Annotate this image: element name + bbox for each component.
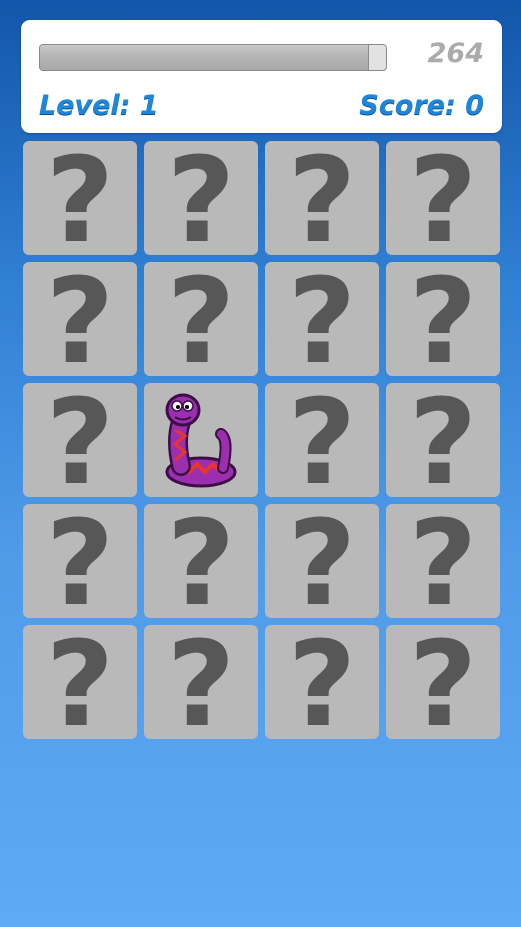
card-hidden[interactable]: ? bbox=[144, 625, 258, 743]
question-mark-icon: ? bbox=[408, 131, 478, 269]
question-mark-icon: ? bbox=[408, 615, 478, 753]
score-label: Score: 0 bbox=[359, 90, 484, 121]
timer-bar-fill bbox=[40, 45, 369, 70]
snake-icon bbox=[159, 390, 243, 490]
question-mark-icon: ? bbox=[45, 131, 115, 269]
question-mark-icon: ? bbox=[287, 373, 357, 511]
card-hidden[interactable]: ? bbox=[265, 625, 379, 743]
question-mark-icon: ? bbox=[408, 252, 478, 390]
card-hidden[interactable]: ? bbox=[144, 262, 258, 380]
card-hidden[interactable]: ? bbox=[386, 504, 500, 622]
question-mark-icon: ? bbox=[287, 252, 357, 390]
card-hidden[interactable]: ? bbox=[144, 504, 258, 622]
question-mark-icon: ? bbox=[408, 373, 478, 511]
question-mark-icon: ? bbox=[166, 615, 236, 753]
card-hidden[interactable]: ? bbox=[386, 262, 500, 380]
card-hidden[interactable]: ? bbox=[23, 383, 137, 501]
card-revealed[interactable] bbox=[144, 383, 258, 497]
question-mark-icon: ? bbox=[45, 615, 115, 753]
card-hidden[interactable]: ? bbox=[23, 141, 137, 259]
card-hidden[interactable]: ? bbox=[265, 383, 379, 501]
card-hidden[interactable]: ? bbox=[386, 383, 500, 501]
hud-panel: 264 Level: 1 Score: 0 bbox=[21, 20, 502, 133]
card-hidden[interactable]: ? bbox=[23, 262, 137, 380]
question-mark-icon: ? bbox=[166, 494, 236, 632]
question-mark-icon: ? bbox=[45, 373, 115, 511]
question-mark-icon: ? bbox=[287, 494, 357, 632]
card-hidden[interactable]: ? bbox=[386, 625, 500, 743]
timer-value: 264 bbox=[427, 38, 484, 69]
question-mark-icon: ? bbox=[166, 131, 236, 269]
question-mark-icon: ? bbox=[287, 615, 357, 753]
timer-bar bbox=[39, 44, 387, 71]
card-hidden[interactable]: ? bbox=[23, 625, 137, 743]
card-hidden[interactable]: ? bbox=[386, 141, 500, 259]
card-hidden[interactable]: ? bbox=[23, 504, 137, 622]
question-mark-icon: ? bbox=[408, 494, 478, 632]
card-hidden[interactable]: ? bbox=[265, 262, 379, 380]
level-label: Level: 1 bbox=[39, 90, 159, 121]
question-mark-icon: ? bbox=[166, 252, 236, 390]
card-hidden[interactable]: ? bbox=[144, 141, 258, 259]
question-mark-icon: ? bbox=[45, 494, 115, 632]
card-hidden[interactable]: ? bbox=[265, 504, 379, 622]
question-mark-icon: ? bbox=[45, 252, 115, 390]
card-hidden[interactable]: ? bbox=[265, 141, 379, 259]
question-mark-icon: ? bbox=[287, 131, 357, 269]
